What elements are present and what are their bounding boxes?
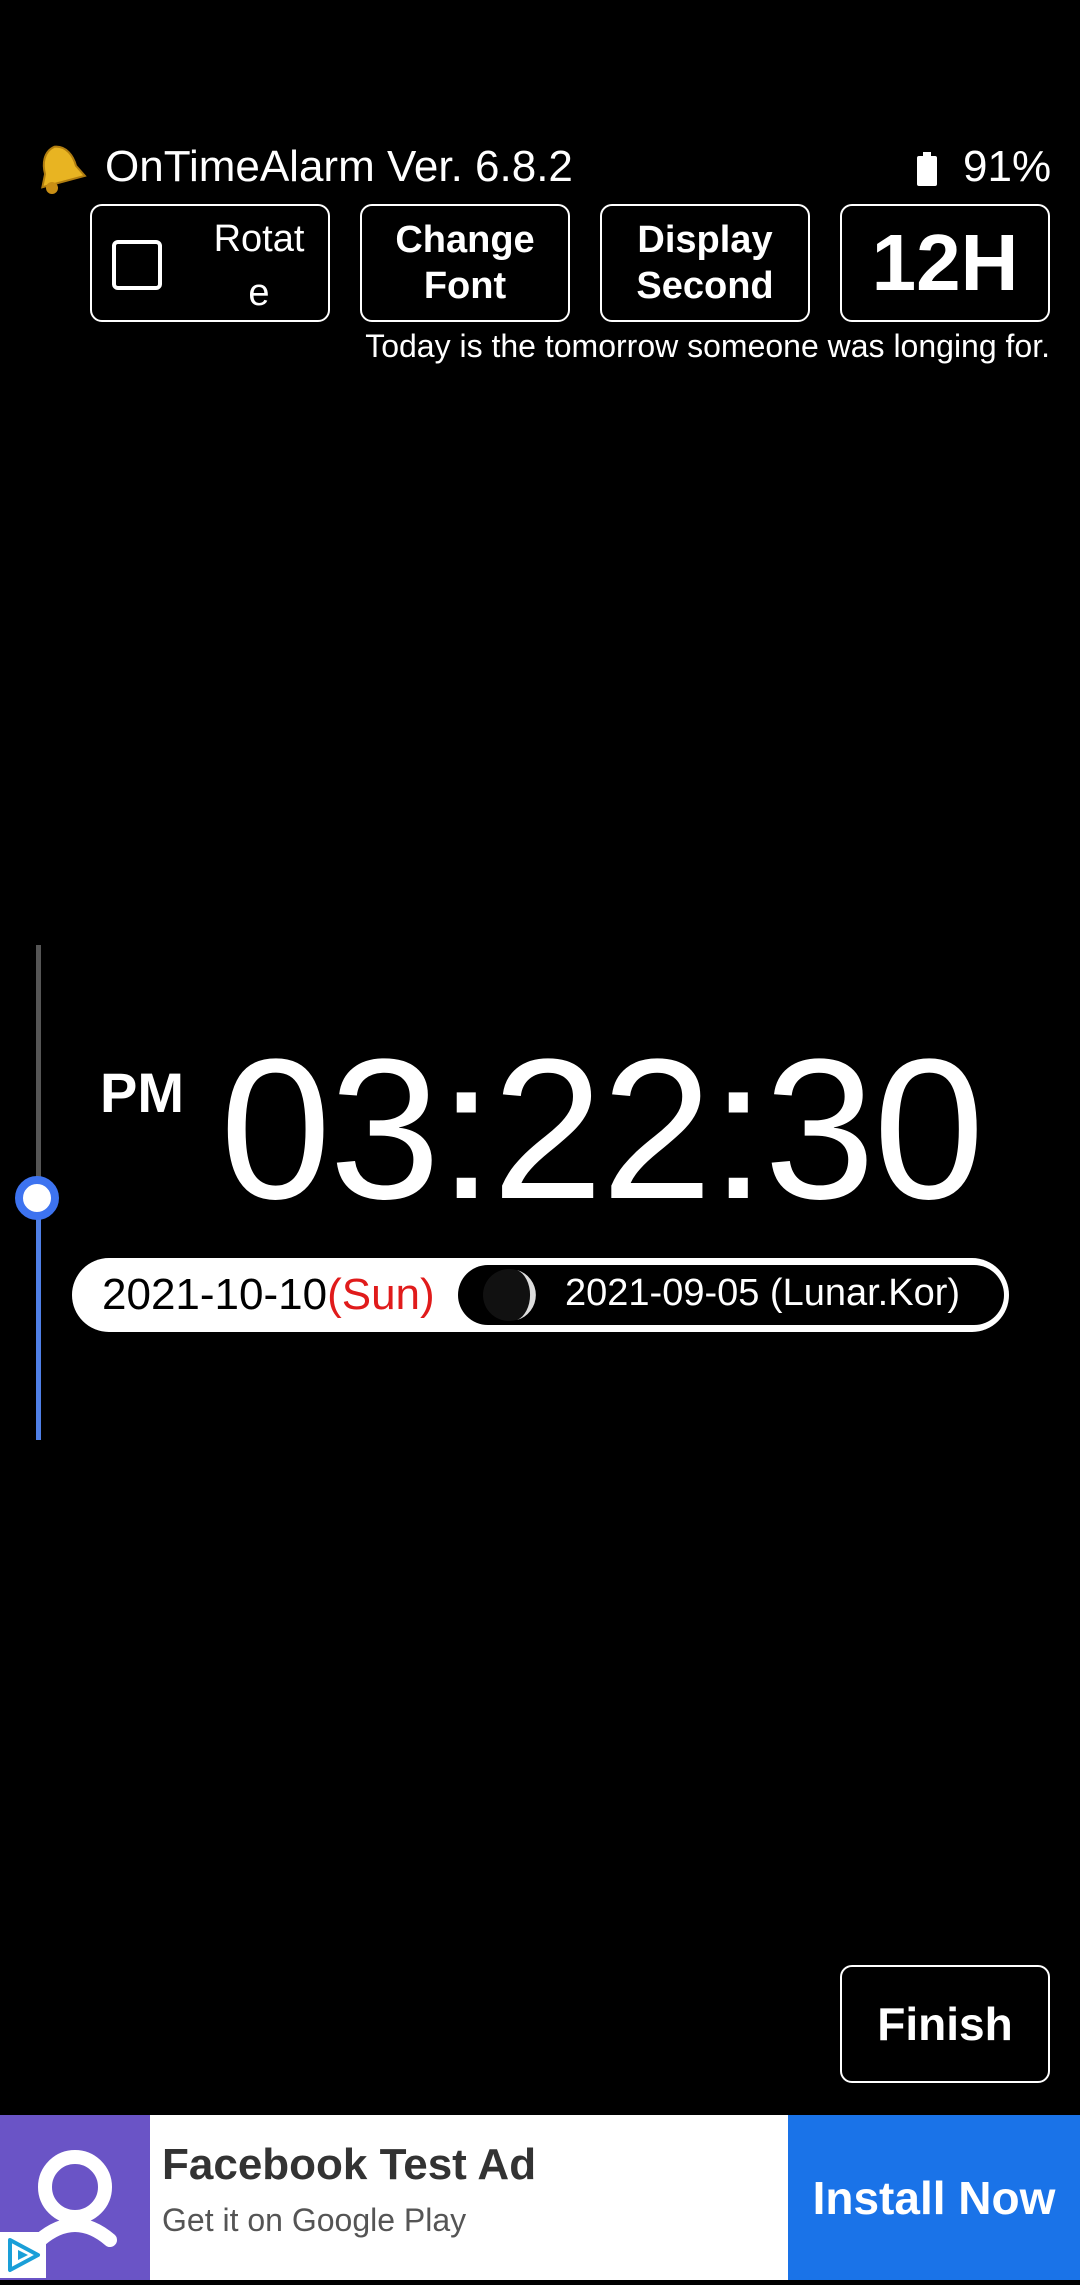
ad-choices-icon[interactable] (0, 2232, 46, 2278)
brightness-slider-fill (36, 1197, 41, 1440)
ad-subtitle: Get it on Google Play (162, 2202, 467, 2238)
bell-icon (30, 138, 90, 198)
battery-percent: 91% (963, 142, 1052, 191)
rotate-label: Rotate (213, 218, 305, 314)
ampm-label: PM (100, 1061, 184, 1124)
solar-date: 2021-10-10(Sun) (102, 1270, 435, 1320)
display-second-label-2: Second (636, 265, 774, 307)
lunar-date: 2021-09-05 (Lunar.Kor) (565, 1272, 961, 1314)
rotate-checkbox[interactable] (112, 240, 162, 290)
app-title: OnTimeAlarm Ver. 6.8.2 (105, 142, 573, 191)
change-font-label-1: Change (395, 219, 535, 261)
solar-date-value: 2021-10-10 (102, 1270, 328, 1319)
install-now-button[interactable]: Install Now (788, 2115, 1080, 2280)
ad-title[interactable]: Facebook Test Ad (162, 2140, 536, 2190)
clock-time: 03:22:30 (220, 1018, 985, 1241)
rotate-toggle[interactable]: Rotate (90, 204, 330, 322)
moon-phase-icon (465, 1267, 547, 1323)
display-second-button[interactable]: Display Second (600, 204, 810, 322)
change-font-button[interactable]: Change Font (360, 204, 570, 322)
display-second-label-1: Display (637, 219, 773, 261)
weekday: (Sun) (327, 1270, 435, 1319)
hour-format-button[interactable]: 12H (840, 204, 1050, 322)
quote-text: Today is the tomorrow someone was longin… (365, 328, 1050, 364)
brightness-slider-thumb[interactable] (15, 1176, 59, 1220)
finish-button[interactable]: Finish (840, 1965, 1050, 2083)
battery-icon (917, 152, 937, 186)
change-font-label-2: Font (423, 265, 507, 307)
